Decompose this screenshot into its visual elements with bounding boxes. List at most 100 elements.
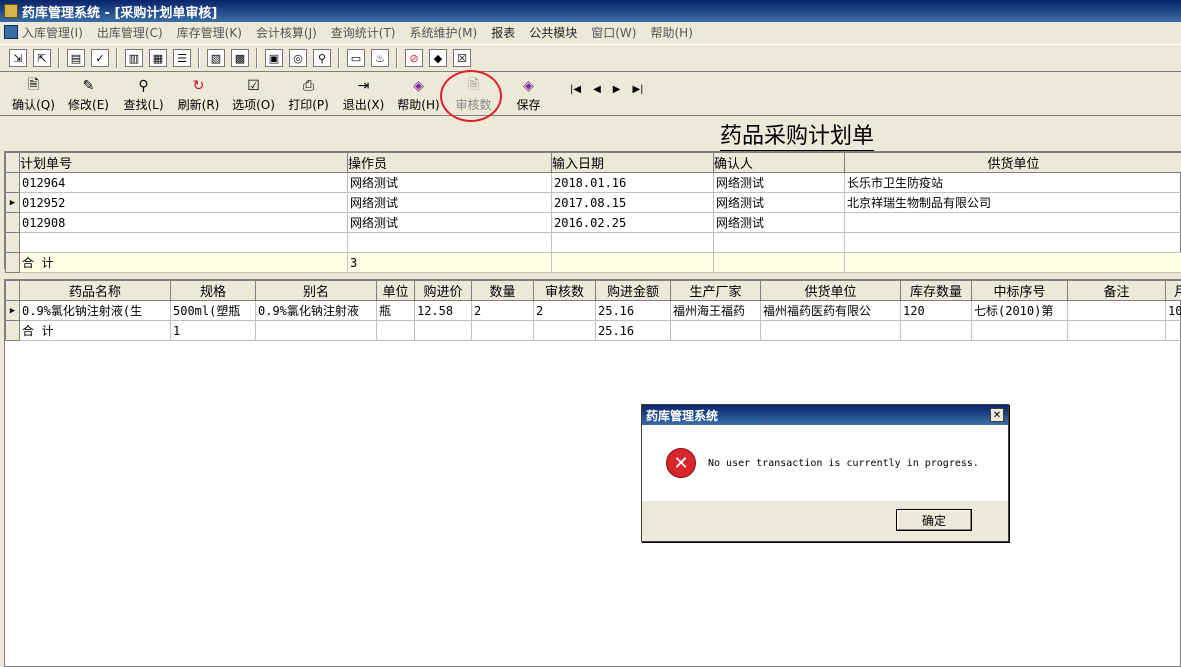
next-record-icon[interactable]: ▶ [613, 84, 621, 95]
cell-spec[interactable]: 500ml(塑瓶 [170, 300, 256, 321]
col-manufacturer[interactable]: 生产厂家 [670, 280, 761, 301]
last-record-icon[interactable]: ▶| [632, 84, 643, 95]
cell-unit[interactable]: 瓶 [376, 300, 415, 321]
cell-purchase-price[interactable]: 12.58 [414, 300, 472, 321]
cell-remark[interactable] [1067, 300, 1166, 321]
cell-audit-count[interactable]: 2 [533, 300, 596, 321]
confirm-button[interactable]: 🗎 确认(Q) [6, 74, 61, 114]
cell-quantity[interactable]: 2 [471, 300, 534, 321]
cell-confirmer[interactable]: 网络测试 [713, 212, 845, 233]
cell-operator[interactable]: 网络测试 [347, 172, 552, 193]
edit-doc-icon: ✎ [82, 78, 95, 94]
cell-supplier[interactable]: 长乐市卫生防疫站 [844, 172, 1181, 193]
plan-grid[interactable]: 计划单号 操作员 输入日期 确认人 供货单位 012964 网络测试 2018.… [4, 151, 1181, 273]
col-truncated[interactable]: 月 [1165, 280, 1181, 301]
report-icon[interactable]: ▧ [207, 49, 225, 67]
cell-plan-no[interactable]: 012908 [19, 212, 348, 233]
table-row[interactable]: ▶ 012952 网络测试 2017.08.15 网络测试 北京祥瑞生物制品有限… [5, 192, 1181, 213]
edit-button[interactable]: ✎ 修改(E) [61, 74, 116, 114]
magnifier-icon[interactable]: ⚲ [313, 49, 331, 67]
table-row[interactable]: ▶ 0.9%氯化钠注射液(生 500ml(塑瓶 0.9%氯化钠注射液 瓶 12.… [5, 300, 1181, 321]
error-icon: ✕ [666, 448, 696, 478]
export-icon[interactable]: ⇱ [33, 49, 51, 67]
col-supplier[interactable]: 供货单位 [760, 280, 901, 301]
eraser-icon[interactable]: ◆ [429, 49, 447, 67]
cell-input-date[interactable]: 2017.08.15 [551, 192, 714, 213]
check-icon[interactable]: ✓ [91, 49, 109, 67]
cell-plan-no[interactable]: 012952 [19, 192, 348, 213]
options-button[interactable]: ☑ 选项(O) [226, 74, 281, 114]
binoculars-icon[interactable]: ◎ [289, 49, 307, 67]
col-unit[interactable]: 单位 [376, 280, 415, 301]
cell-input-date[interactable]: 2018.01.16 [551, 172, 714, 193]
col-audit-count[interactable]: 审核数 [533, 280, 596, 301]
cell-plan-no[interactable]: 012964 [19, 172, 348, 193]
menu-report[interactable]: 报表 [491, 24, 515, 41]
menu-outbound[interactable]: 出库管理(C) [97, 24, 163, 41]
first-record-icon[interactable]: |◀ [570, 84, 581, 95]
col-plan-no[interactable]: 计划单号 [19, 152, 348, 173]
col-operator[interactable]: 操作员 [347, 152, 552, 173]
save-button[interactable]: ◈ 保存 [501, 74, 556, 114]
refresh-button[interactable]: ↻ 刷新(R) [171, 74, 226, 114]
col-supplier[interactable]: 供货单位 [844, 152, 1181, 173]
cell-confirmer[interactable]: 网络测试 [713, 192, 845, 213]
cell-input-date[interactable]: 2016.02.25 [551, 212, 714, 233]
close-window-icon[interactable]: ☒ [453, 49, 471, 67]
cell-alias[interactable]: 0.9%氯化钠注射液 [255, 300, 377, 321]
import-icon[interactable]: ⇲ [9, 49, 27, 67]
cell-bid-no[interactable]: 七标(2010)第 [971, 300, 1068, 321]
menu-help[interactable]: 帮助(H) [650, 24, 692, 41]
ok-button[interactable]: 确定 [896, 509, 972, 531]
col-alias[interactable]: 别名 [255, 280, 377, 301]
grid-icon[interactable]: ▩ [231, 49, 249, 67]
stop-icon[interactable]: ⊘ [405, 49, 423, 67]
cell-operator[interactable]: 网络测试 [347, 212, 552, 233]
menu-accounting[interactable]: 会计核算(J) [256, 24, 317, 41]
folder-icon[interactable]: ▭ [347, 49, 365, 67]
exit-button[interactable]: ⇥ 退出(X) [336, 74, 391, 114]
window-icon[interactable]: ▦ [149, 49, 167, 67]
menu-stock[interactable]: 库存管理(K) [177, 24, 242, 41]
cell-manufacturer[interactable]: 福州海王福药 [670, 300, 761, 321]
clipboard-icon[interactable]: ▥ [125, 49, 143, 67]
menu-common[interactable]: 公共模块 [529, 24, 577, 41]
col-bid-no[interactable]: 中标序号 [971, 280, 1068, 301]
cell-operator[interactable]: 网络测试 [347, 192, 552, 213]
cell-truncated[interactable]: 10 [1165, 300, 1181, 321]
document-icon[interactable]: ▤ [67, 49, 85, 67]
cell-confirmer[interactable]: 网络测试 [713, 172, 845, 193]
prev-record-icon[interactable]: ◀ [593, 84, 601, 95]
col-input-date[interactable]: 输入日期 [551, 152, 714, 173]
cell-supplier[interactable]: 北京祥瑞生物制品有限公司 [844, 192, 1181, 213]
calculator-icon[interactable]: ▣ [265, 49, 283, 67]
menu-maintenance[interactable]: 系统维护(M) [410, 24, 478, 41]
col-quantity[interactable]: 数量 [471, 280, 534, 301]
list-icon[interactable]: ☰ [173, 49, 191, 67]
cell-drug-name[interactable]: 0.9%氯化钠注射液(生 [19, 300, 171, 321]
table-row[interactable]: 012964 网络测试 2018.01.16 网络测试 长乐市卫生防疫站 [5, 172, 1181, 193]
help-button[interactable]: ◈ 帮助(H) [391, 74, 446, 114]
menu-inbound[interactable]: 入库管理(I) [22, 24, 83, 41]
col-purchase-price[interactable]: 购进价 [414, 280, 472, 301]
menu-window[interactable]: 窗口(W) [591, 24, 636, 41]
col-spec[interactable]: 规格 [170, 280, 256, 301]
cell-supplier[interactable] [844, 212, 1181, 233]
col-drug-name[interactable]: 药品名称 [19, 280, 171, 301]
current-row-indicator-icon: ▶ [5, 192, 20, 213]
cell-supplier[interactable]: 福州福药医药有限公 [760, 300, 901, 321]
col-confirmer[interactable]: 确认人 [713, 152, 845, 173]
table-row[interactable]: 012908 网络测试 2016.02.25 网络测试 [5, 212, 1181, 233]
print-button[interactable]: ⎙ 打印(P) [281, 74, 336, 114]
menu-query[interactable]: 查询统计(T) [331, 24, 396, 41]
close-icon[interactable]: ✕ [990, 408, 1004, 422]
col-remark[interactable]: 备注 [1067, 280, 1166, 301]
table-row-empty [5, 232, 1181, 253]
col-stock-qty[interactable]: 库存数量 [900, 280, 972, 301]
mdi-child-icon[interactable] [4, 25, 18, 39]
search-button[interactable]: ⚲ 查找(L) [116, 74, 171, 114]
cell-purchase-amount[interactable]: 25.16 [595, 300, 671, 321]
cell-stock-qty[interactable]: 120 [900, 300, 972, 321]
col-purchase-amount[interactable]: 购进金额 [595, 280, 671, 301]
thermometer-icon[interactable]: ♨ [371, 49, 389, 67]
